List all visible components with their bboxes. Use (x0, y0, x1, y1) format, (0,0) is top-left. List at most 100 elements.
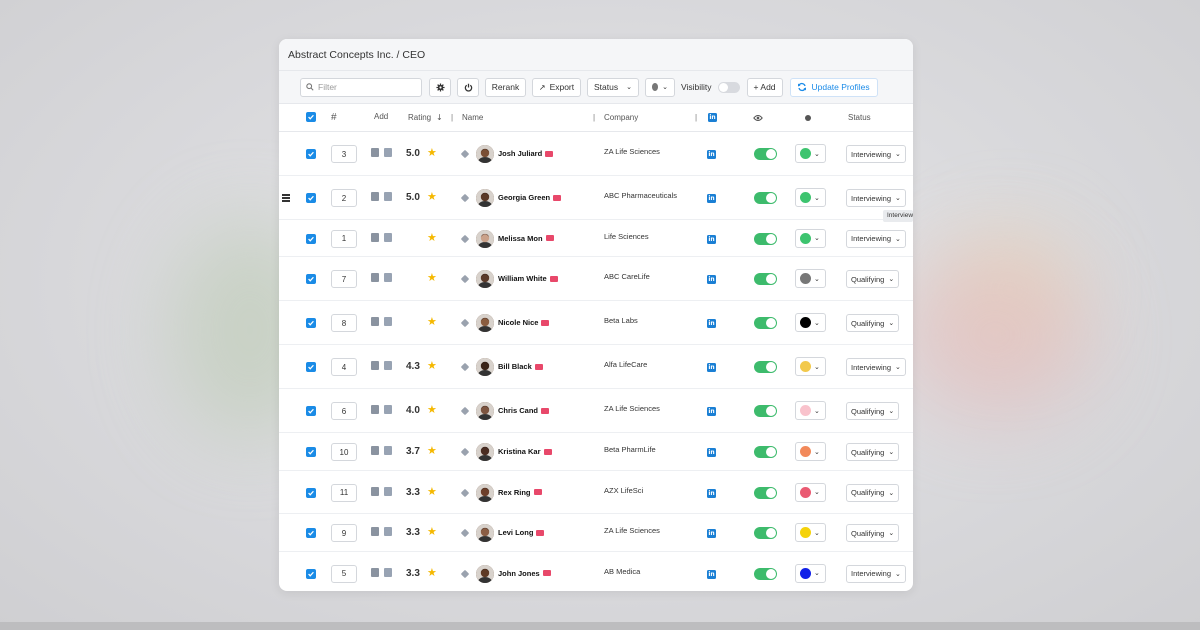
linkedin-icon[interactable]: in (707, 529, 716, 538)
rank-number-input[interactable]: 3 (331, 145, 357, 163)
candidate-name[interactable]: Josh Juliard (498, 149, 554, 158)
candidate-name[interactable]: Rex Ring (498, 488, 542, 497)
column-header-company[interactable]: Company (604, 113, 638, 122)
column-header-status[interactable]: Status (848, 113, 871, 122)
notes-icon[interactable] (371, 192, 379, 201)
candidate-name[interactable]: Bill Black (498, 362, 543, 371)
update-profiles-button[interactable]: Update Profiles (789, 77, 878, 97)
column-header-number[interactable]: # (331, 112, 337, 123)
linkedin-icon[interactable]: in (707, 275, 716, 284)
status-select[interactable]: Qualifying ⌄ (846, 270, 900, 288)
link-icon[interactable] (460, 193, 470, 203)
link-icon[interactable] (460, 234, 470, 243)
visibility-toggle[interactable] (754, 405, 777, 417)
notes-icon[interactable] (371, 361, 379, 370)
row-checkbox[interactable] (306, 447, 316, 457)
color-select[interactable]: ⌄ (795, 313, 826, 332)
filter-input[interactable]: Filter (300, 77, 422, 97)
star-icon[interactable]: ★ (427, 231, 437, 244)
notes-icon[interactable] (371, 567, 379, 577)
color-select[interactable]: ⌄ (795, 442, 826, 461)
rank-number-input[interactable]: 1 (331, 229, 357, 248)
column-header-add[interactable]: Add (374, 112, 388, 121)
color-select[interactable]: ⌄ (795, 523, 826, 542)
rank-number-input[interactable]: 2 (331, 189, 357, 207)
link-icon[interactable] (460, 362, 470, 372)
star-icon[interactable]: ★ (427, 146, 437, 159)
link-icon[interactable] (460, 528, 470, 538)
clipboard-icon[interactable] (384, 148, 392, 157)
clipboard-icon[interactable] (384, 486, 392, 496)
status-select[interactable]: Interviewing ⌄ (846, 145, 906, 163)
star-icon[interactable]: ★ (427, 315, 437, 328)
visibility-toggle[interactable] (754, 446, 777, 458)
clipboard-icon[interactable] (384, 232, 392, 242)
link-icon[interactable] (460, 569, 470, 578)
candidate-name[interactable]: Kristina Kar (498, 447, 552, 456)
candidate-name[interactable]: John Jones (498, 569, 551, 578)
linkedin-icon[interactable]: in (707, 569, 716, 579)
link-icon[interactable] (460, 318, 470, 328)
add-button[interactable]: + Add (746, 77, 783, 97)
table-row[interactable]: 7 ★ William White ABC CareLife in ⌄ Qual… (279, 257, 913, 301)
status-select[interactable]: Interviewing ⌄ (846, 358, 906, 376)
color-select[interactable]: ⌄ (795, 269, 826, 288)
linkedin-column-icon[interactable]: in (708, 113, 717, 122)
eye-icon[interactable] (753, 114, 763, 122)
status-dropdown[interactable]: Status ⌄ (587, 77, 639, 97)
clipboard-icon[interactable] (384, 361, 392, 370)
row-checkbox[interactable] (306, 318, 316, 328)
candidate-name[interactable]: Nicole Nice (498, 318, 550, 327)
link-icon[interactable] (460, 149, 470, 159)
notes-icon[interactable] (371, 232, 379, 242)
table-row[interactable]: 6 4.0 ★ Chris Cand ZA Life Sciences in ⌄… (279, 389, 913, 433)
notes-icon[interactable] (371, 317, 379, 326)
rank-number-input[interactable]: 6 (331, 402, 357, 420)
status-select[interactable]: Qualifying ⌄ (846, 402, 900, 420)
visibility-toggle[interactable] (754, 527, 777, 539)
star-icon[interactable]: ★ (427, 525, 437, 538)
row-checkbox[interactable] (306, 274, 316, 284)
color-select[interactable]: ⌄ (795, 357, 826, 376)
clipboard-icon[interactable] (384, 527, 392, 536)
color-filter-dropdown[interactable]: ⌄ (645, 77, 675, 97)
status-select[interactable]: Qualifying ⌄ (846, 443, 900, 461)
column-header-name[interactable]: Name (462, 113, 483, 122)
linkedin-icon[interactable]: in (707, 363, 716, 372)
status-select[interactable]: Qualifying ⌄ (846, 314, 900, 332)
export-button[interactable]: ↗ Export (532, 77, 581, 97)
candidate-name[interactable]: Georgia Green (498, 193, 562, 202)
notes-icon[interactable] (371, 148, 379, 157)
visibility-toggle[interactable] (754, 567, 777, 580)
rank-number-input[interactable]: 5 (331, 564, 357, 583)
color-select[interactable]: ⌄ (795, 563, 826, 583)
clipboard-icon[interactable] (384, 273, 392, 282)
notes-icon[interactable] (371, 486, 379, 496)
clipboard-icon[interactable] (384, 446, 392, 455)
table-row[interactable]: 5 3.3 ★ John Jones AB Medica in ⌄ Interv… (279, 552, 913, 591)
star-icon[interactable]: ★ (427, 444, 437, 457)
star-icon[interactable]: ★ (427, 566, 437, 579)
power-button[interactable] (457, 77, 479, 97)
visibility-toggle[interactable] (754, 273, 777, 285)
star-icon[interactable]: ★ (427, 190, 437, 203)
visibility-toggle[interactable] (754, 148, 777, 160)
link-icon[interactable] (460, 406, 470, 416)
table-row[interactable]: 9 3.3 ★ Levi Long ZA Life Sciences in ⌄ … (279, 514, 913, 552)
sort-arrow-down-icon[interactable]: ↓ (436, 113, 443, 122)
clipboard-icon[interactable] (384, 567, 392, 577)
rank-number-input[interactable]: 10 (331, 443, 357, 461)
table-row[interactable]: 4 4.3 ★ Bill Black Alfa LifeCare in ⌄ In… (279, 345, 913, 389)
visibility-toggle[interactable] (754, 361, 777, 373)
color-select[interactable]: ⌄ (795, 482, 826, 502)
candidate-name[interactable]: Chris Cand (498, 406, 550, 415)
star-icon[interactable]: ★ (427, 359, 437, 372)
linkedin-icon[interactable]: in (707, 194, 716, 203)
row-checkbox[interactable] (306, 406, 316, 416)
color-select[interactable]: ⌄ (795, 188, 826, 207)
notes-icon[interactable] (371, 273, 379, 282)
color-column-icon[interactable] (805, 115, 811, 121)
status-select[interactable]: Interviewing ⌄ (846, 189, 906, 207)
visibility-toggle[interactable] (754, 486, 777, 499)
color-select[interactable]: ⌄ (795, 228, 826, 248)
